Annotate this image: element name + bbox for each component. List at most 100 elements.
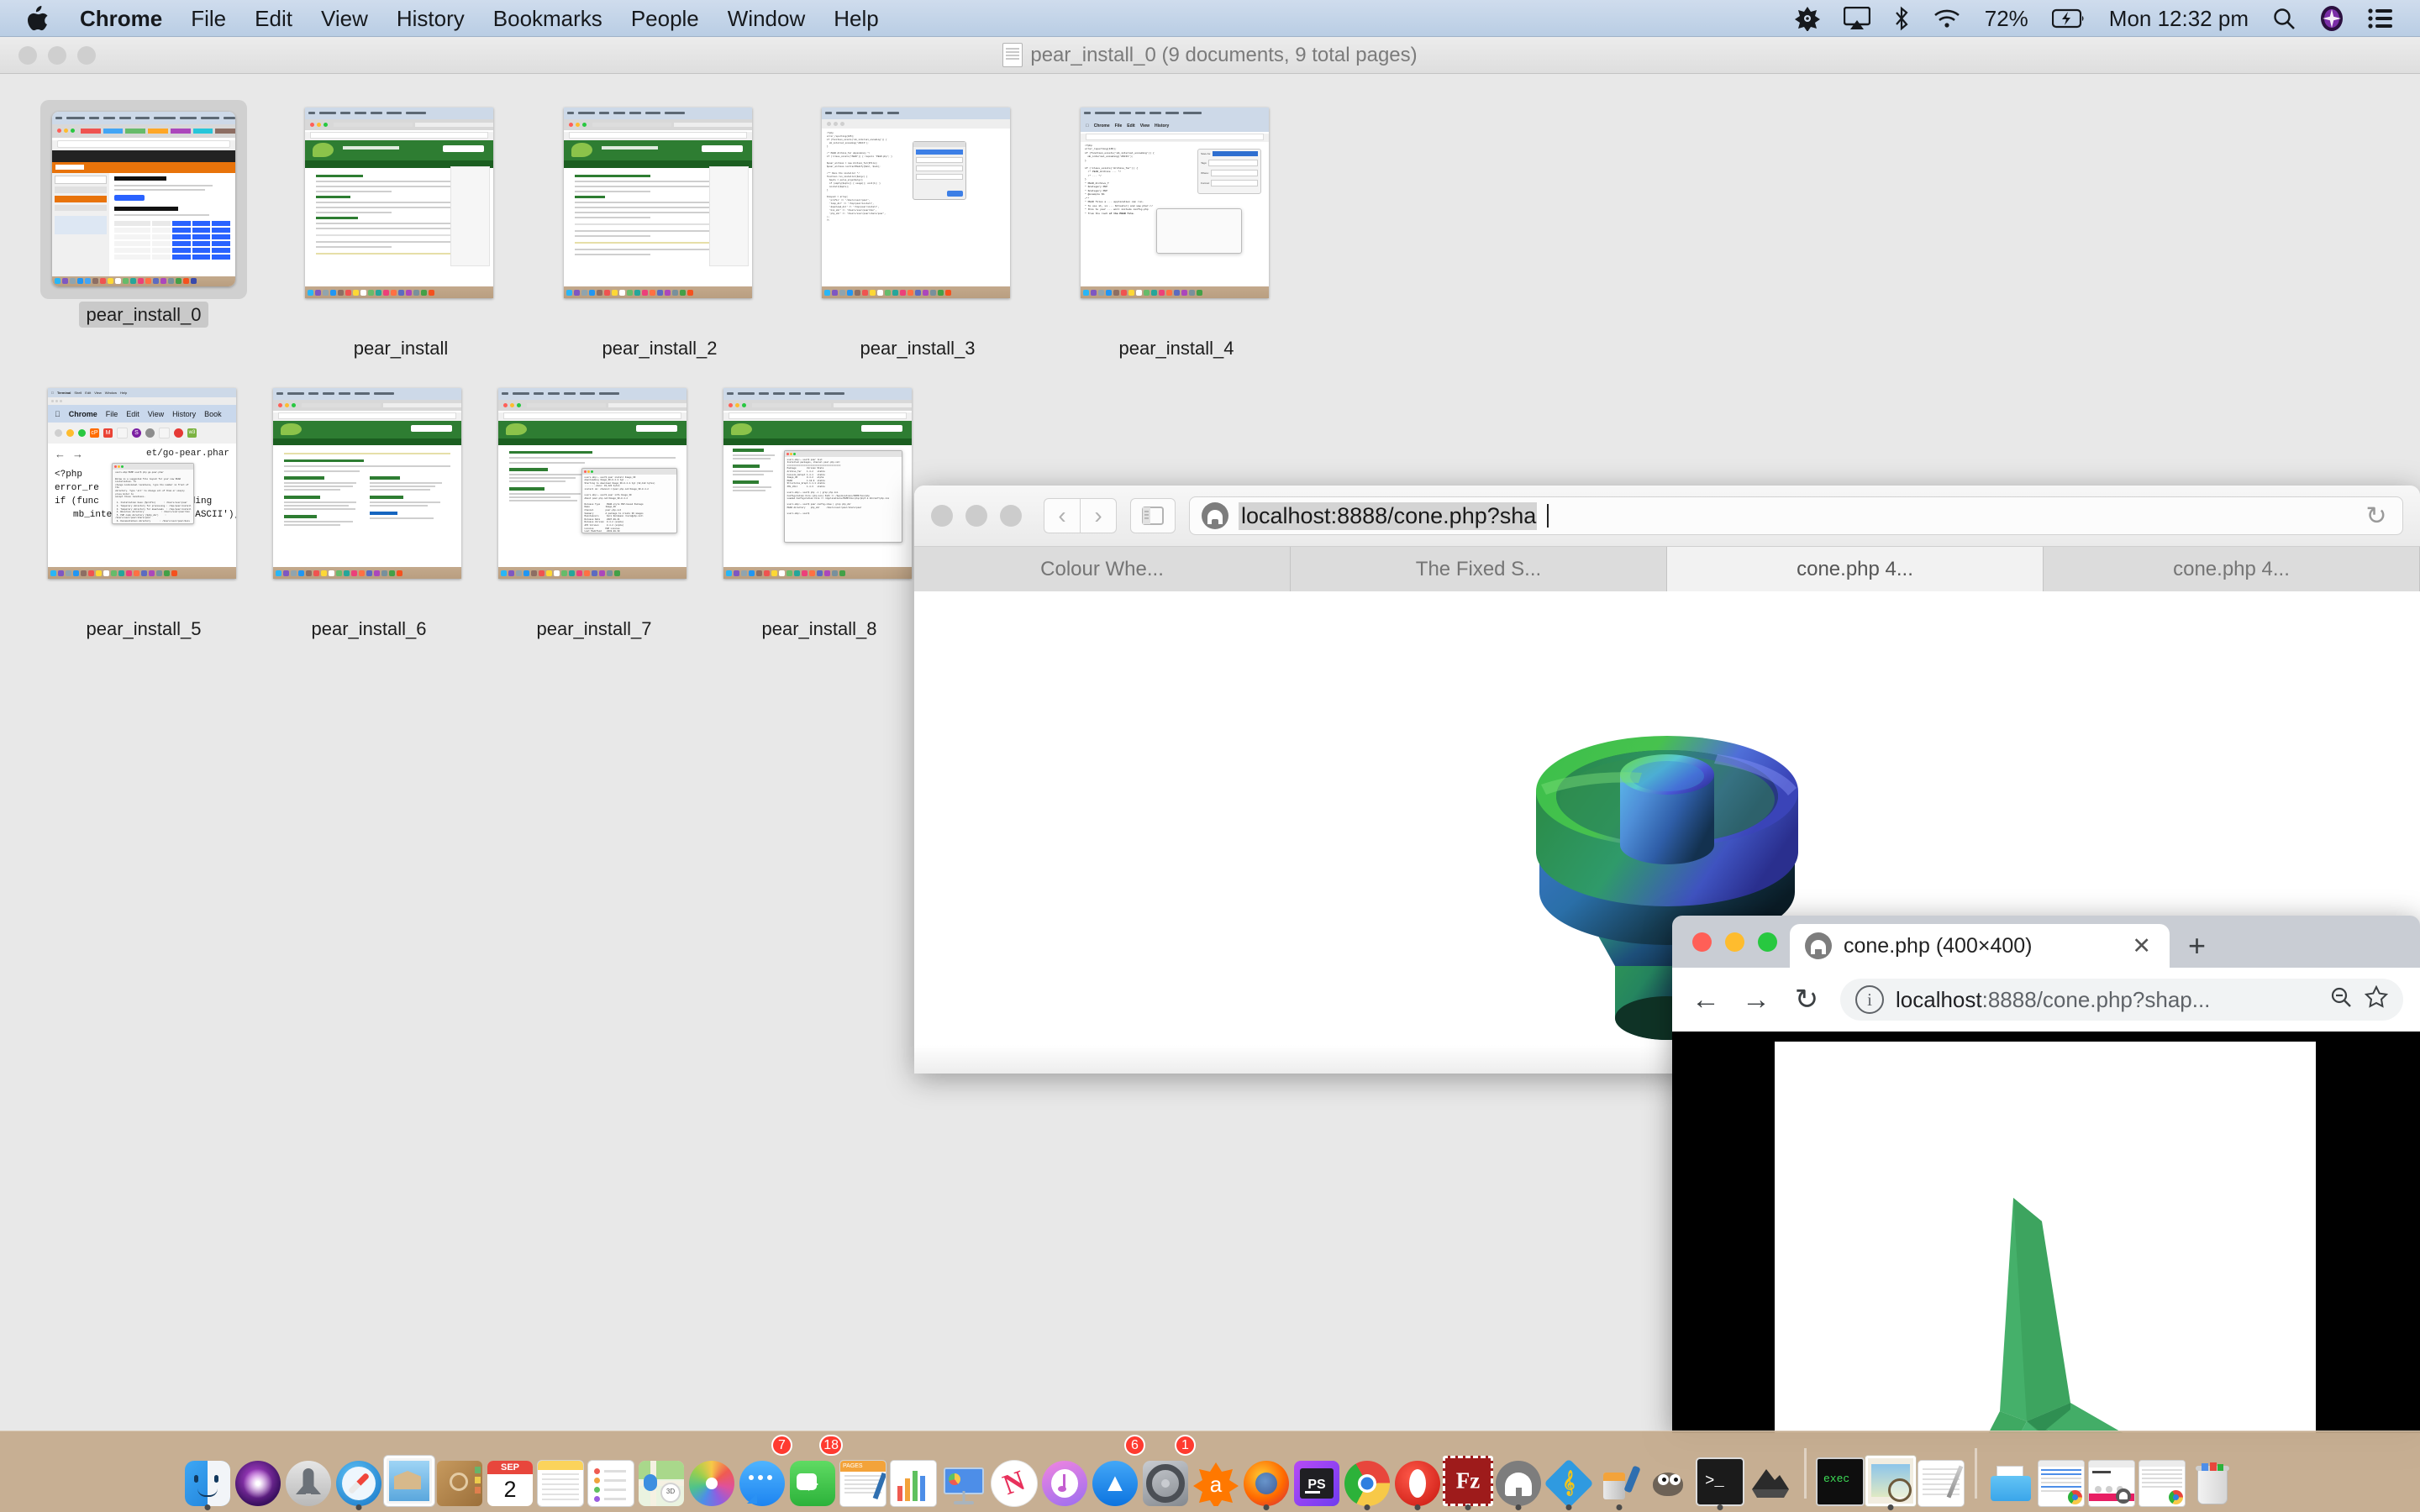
zoom-button[interactable] [1000, 505, 1022, 527]
thumbnail-pear_install_7[interactable]: users-mbp:~ user$ pear install Image_3D d… [498, 388, 690, 639]
close-button[interactable] [1692, 932, 1712, 952]
close-button[interactable] [18, 45, 37, 65]
thumbnail-pear_install_3[interactable]: <?php error_reporting(165); if (function_e… [822, 108, 1013, 359]
dock-item-mamp[interactable] [1493, 1438, 1544, 1512]
dock-minimized-document-window[interactable] [2036, 1438, 2086, 1512]
dock-item-launchpad[interactable] [283, 1438, 334, 1512]
minimize-button[interactable] [1725, 932, 1744, 952]
safari-url-text[interactable]: localhost:8888/cone.php?sha [1239, 501, 1538, 530]
dock-item-maps[interactable]: 3D [636, 1438, 687, 1512]
arrow-left-icon[interactable]: ← [1689, 984, 1723, 1016]
thumbnail-pear_install_5[interactable]: TerminalShellEditViewWindowHelp Chrome… [48, 388, 239, 639]
dock-stack-downloads[interactable] [1986, 1438, 2036, 1512]
dock-item-keynote[interactable] [939, 1438, 989, 1512]
dock-item-sketch[interactable] [1745, 1438, 1796, 1512]
dock-item-reminders[interactable] [586, 1438, 636, 1512]
chevron-right-icon[interactable]: › [1080, 498, 1117, 533]
chrome-address-bar[interactable]: i localhost:8888/cone.php?shap... [1840, 979, 2403, 1021]
pages-icon: PAGES [840, 1461, 886, 1506]
dock-item-chrome[interactable] [1342, 1438, 1392, 1512]
preview-titlebar[interactable]: pear_install_0 (9 documents, 9 total pag… [0, 37, 2420, 74]
minimize-button[interactable] [965, 505, 987, 527]
chrome-url-text[interactable]: localhost:8888/cone.php?shap... [1896, 987, 2210, 1013]
safari-tab-1[interactable]: The Fixed S... [1291, 547, 1667, 592]
dock-item-pages[interactable]: PAGES [838, 1438, 888, 1512]
dock-item-app-store[interactable]: ▲ 6 [1090, 1435, 1145, 1512]
dock-item-phpstorm[interactable]: PS [1292, 1438, 1342, 1512]
safari-tab-3[interactable]: cone.php 4... [2044, 547, 2420, 592]
close-button[interactable] [931, 505, 953, 527]
menu-item-history[interactable]: History [382, 0, 479, 37]
menu-item-window[interactable]: Window [713, 0, 819, 37]
close-icon[interactable]: ✕ [2125, 933, 2158, 959]
safari-tab-0[interactable]: Colour Whe... [914, 547, 1291, 592]
menu-item-file[interactable]: File [176, 0, 240, 37]
dock-minimized-mamp-window[interactable] [2086, 1438, 2137, 1512]
dock-item-opera[interactable] [1392, 1438, 1443, 1512]
dock-item-sequel-pro[interactable]: 𝄞 [1544, 1438, 1594, 1512]
siri-icon[interactable] [2307, 5, 2356, 32]
notification-center-icon[interactable] [2356, 8, 2405, 29]
avast-icon[interactable] [1783, 6, 1832, 31]
dock-item-calendar[interactable]: SEP 2 [485, 1438, 535, 1512]
dock-item-preview[interactable] [1865, 1438, 1916, 1512]
dock-item-terminal[interactable]: >_ [1695, 1438, 1745, 1512]
dock-item-itunes[interactable] [1039, 1438, 1090, 1512]
dock-minimized-document-window-2[interactable] [2137, 1438, 2187, 1512]
plus-icon[interactable]: + [2188, 924, 2206, 968]
safari-address-bar[interactable]: localhost:8888/cone.php?sha ↻ [1189, 496, 2403, 535]
dock-item-gimp[interactable] [1644, 1438, 1695, 1512]
menu-item-view[interactable]: View [307, 0, 382, 37]
airplay-icon[interactable] [1832, 6, 1882, 30]
menu-item-edit[interactable]: Edit [240, 0, 307, 37]
dock-item-notes[interactable] [535, 1438, 586, 1512]
chevron-left-icon[interactable]: ‹ [1044, 498, 1080, 533]
zoom-button[interactable] [1758, 932, 1777, 952]
chrome-browser-window[interactable]: cone.php (400×400) ✕ + ← → ↻ i localhost… [1672, 916, 2420, 1433]
thumbnail-pear_install_8[interactable]: users-mbp:~ user$ pear list Installed pac… [723, 388, 915, 639]
battery-charging-icon[interactable] [2040, 8, 2097, 29]
dock-item-textedit[interactable] [1916, 1438, 1966, 1512]
dock-item-siri[interactable] [233, 1438, 283, 1512]
dock-item-messages[interactable]: 7 [737, 1435, 792, 1512]
menu-item-chrome[interactable]: Chrome [66, 0, 176, 37]
reload-icon[interactable]: ↻ [1790, 983, 1823, 1016]
dock-item-exec[interactable]: exec [1815, 1438, 1865, 1512]
dock-item-numbers[interactable] [888, 1438, 939, 1512]
minimize-button[interactable] [48, 45, 66, 65]
dock-item-mail[interactable] [384, 1438, 434, 1512]
zoom-out-icon[interactable] [2329, 985, 2353, 1015]
thumbnail-pear_install_2[interactable]: pear_install_2 [564, 108, 755, 359]
wifi-icon[interactable] [1921, 8, 1973, 29]
menu-item-help[interactable]: Help [819, 0, 892, 37]
menu-bar-clock[interactable]: Mon 12:32 pm [2097, 0, 2260, 37]
thumbnail-pear_install[interactable]: pear_install [305, 108, 497, 359]
dock-item-trash[interactable] [2187, 1438, 2238, 1512]
thumbnail-pear_install_4[interactable]: ChromeFileEditViewHistory <?phperror_re… [1081, 108, 1272, 359]
dock-item-photos[interactable] [687, 1438, 737, 1512]
sidebar-toggle-icon[interactable] [1130, 498, 1176, 533]
safari-tab-2[interactable]: cone.php 4... [1667, 547, 2044, 592]
dock-item-system-preferences[interactable]: 1 [1140, 1435, 1196, 1512]
info-circle-icon[interactable]: i [1855, 985, 1884, 1014]
dock-item-facetime[interactable]: 18 [787, 1435, 843, 1512]
dock-item-finder[interactable] [182, 1438, 233, 1512]
star-icon[interactable] [2364, 984, 2389, 1015]
dock-item-avast[interactable]: a [1191, 1438, 1241, 1512]
reload-icon[interactable]: ↻ [2362, 501, 2391, 530]
apple-logo-icon[interactable] [27, 5, 49, 31]
chrome-tab[interactable]: cone.php (400×400) ✕ [1790, 924, 2170, 968]
spotlight-search-icon[interactable] [2260, 7, 2307, 30]
bluetooth-icon[interactable] [1882, 6, 1921, 31]
dock-item-news[interactable]: N [989, 1438, 1039, 1512]
menu-item-people[interactable]: People [617, 0, 713, 37]
dock-item-paintbrush[interactable] [1594, 1438, 1644, 1512]
dock-item-contacts[interactable] [434, 1438, 485, 1512]
thumbnail-pear_install_6[interactable]: pear_install_6 [273, 388, 465, 639]
dock-item-filezilla[interactable]: Fz [1443, 1438, 1493, 1512]
menu-item-bookmarks[interactable]: Bookmarks [479, 0, 617, 37]
dock-item-firefox[interactable] [1241, 1438, 1292, 1512]
zoom-button[interactable] [77, 45, 96, 65]
arrow-right-icon[interactable]: → [1739, 984, 1773, 1016]
dock-item-safari[interactable] [334, 1438, 384, 1512]
